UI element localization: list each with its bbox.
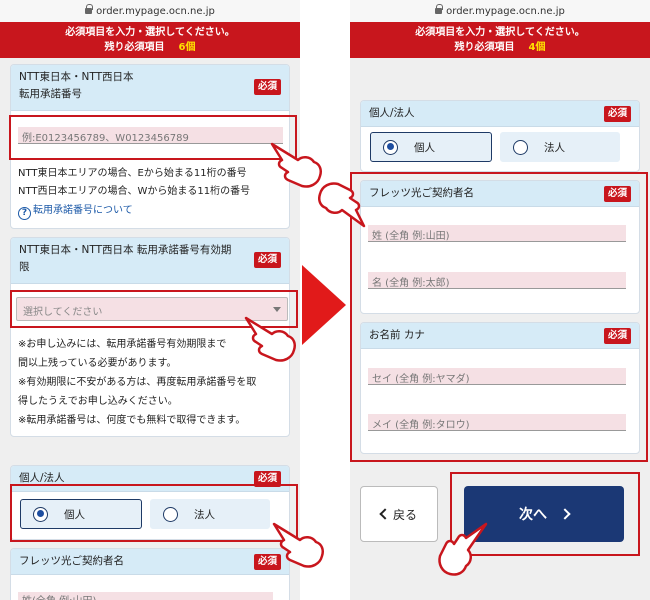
transfer-note-east: NTT東日本エリアの場合、Eから始まる11桁の番号 bbox=[18, 168, 247, 179]
required-banner: 必須項目を入力・選択してください。 残り必須項目 4個 bbox=[350, 22, 650, 58]
contractor-last-name-input[interactable]: 姓(全角 例:山田) bbox=[18, 592, 273, 600]
banner-message: 必須項目を入力・選択してください。 bbox=[65, 27, 235, 38]
pointing-hand-icon bbox=[318, 182, 366, 228]
type-header: 個人/法人 必須 bbox=[361, 101, 639, 127]
chevron-left-icon bbox=[379, 508, 391, 520]
highlight-type-radio bbox=[10, 484, 298, 542]
radio-personal[interactable]: 個人 bbox=[370, 132, 492, 162]
pointing-hand-icon bbox=[272, 522, 324, 568]
transfer-number-header: NTT東日本・NTT西日本 転用承諾番号 必須 bbox=[11, 65, 289, 111]
transfer-help-link[interactable]: ? 転用承諾番号について bbox=[18, 202, 133, 220]
required-badge: 必須 bbox=[253, 79, 281, 95]
radio-selected-icon bbox=[383, 139, 398, 155]
contractor-header: フレッツ光ご契約者名 必須 bbox=[11, 549, 289, 575]
help-icon: ? bbox=[18, 207, 31, 220]
arrow-right-icon bbox=[302, 265, 346, 345]
radio-corporate[interactable]: 法人 bbox=[500, 132, 620, 162]
url-text: order.mypage.ocn.ne.jp bbox=[446, 5, 565, 17]
required-badge: 必須 bbox=[253, 252, 281, 268]
url-text: order.mypage.ocn.ne.jp bbox=[96, 5, 215, 17]
expiry-note: ※お申し込みには、転用承諾番号有効期限まで bbox=[18, 339, 227, 350]
expiry-note: 間以上残っている必要があります。 bbox=[18, 358, 177, 369]
highlight-transfer-input bbox=[9, 115, 297, 160]
banner-message: 必須項目を入力・選択してください。 bbox=[415, 27, 585, 38]
url-bar[interactable]: order.mypage.ocn.ne.jp bbox=[0, 0, 300, 22]
lock-icon bbox=[435, 4, 444, 16]
expiry-note: ※有効期限に不安がある方は、再度転用承諾番号を取 bbox=[18, 377, 257, 388]
radio-unselected-icon bbox=[513, 139, 528, 155]
expiry-note: 得したうえでお申し込みください。 bbox=[18, 396, 178, 407]
expiry-header: NTT東日本・NTT西日本 転用承諾番号有効期 限 必須 bbox=[11, 238, 289, 284]
expiry-note: ※転用承諾番号は、何度でも無料で取得できます。 bbox=[18, 415, 246, 426]
remaining-count: 6個 bbox=[178, 42, 196, 53]
pointing-hand-icon bbox=[244, 316, 296, 362]
required-banner: 必須項目を入力・選択してください。 残り必須項目 6個 bbox=[0, 22, 300, 58]
remaining-count: 4個 bbox=[528, 42, 546, 53]
required-badge: 必須 bbox=[603, 106, 631, 122]
pointing-hand-icon bbox=[438, 522, 488, 576]
lock-icon bbox=[85, 4, 94, 16]
banner-remaining: 残り必須項目 4個 bbox=[454, 42, 546, 53]
transfer-note-west: NTT西日本エリアの場合、Wから始まる11桁の番号 bbox=[18, 186, 251, 197]
back-button[interactable]: 戻る bbox=[360, 486, 438, 542]
banner-remaining: 残り必須項目 6個 bbox=[104, 42, 196, 53]
right-phone-screen: order.mypage.ocn.ne.jp 必須項目を入力・選択してください。… bbox=[350, 0, 650, 600]
url-bar[interactable]: order.mypage.ocn.ne.jp bbox=[350, 0, 650, 22]
left-phone-screen: order.mypage.ocn.ne.jp 必須項目を入力・選択してください。… bbox=[0, 0, 300, 600]
highlight-name-fields bbox=[350, 172, 648, 462]
